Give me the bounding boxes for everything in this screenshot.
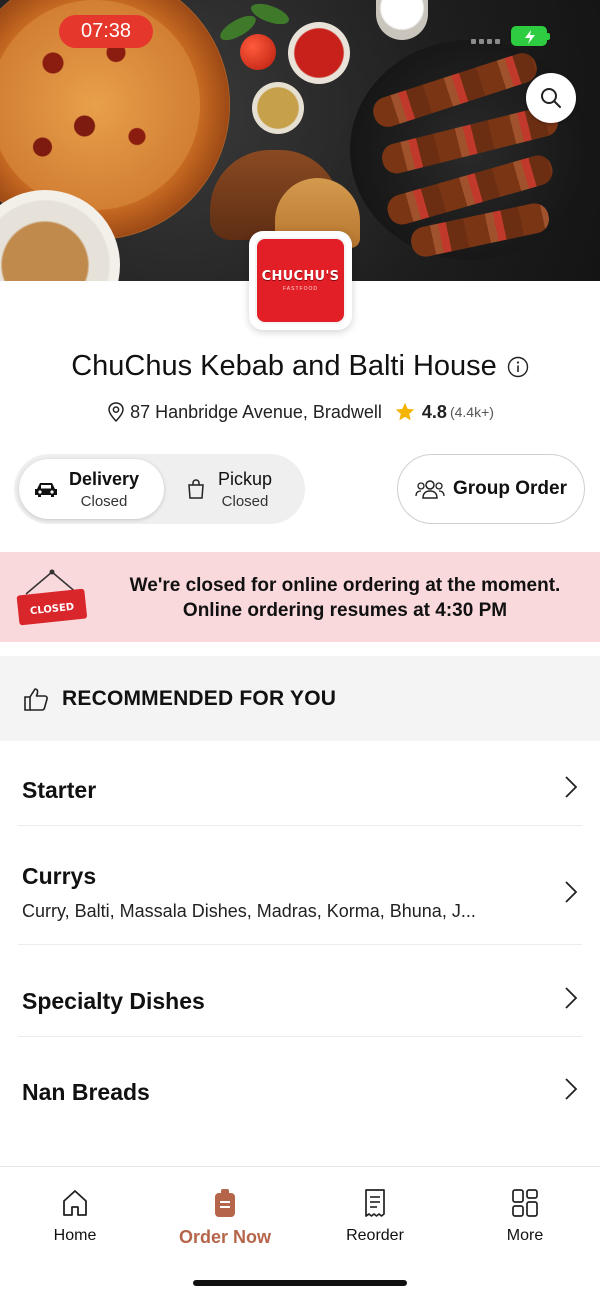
- group-order-label: Group Order: [452, 478, 567, 499]
- category-name: Specialty Dishes: [22, 988, 205, 1014]
- group-order-button[interactable]: Group Order: [397, 454, 585, 524]
- search-button[interactable]: [526, 73, 576, 123]
- grid-icon: [512, 1189, 538, 1217]
- order-mode-toggle: Delivery Closed Pickup Closed: [14, 454, 305, 524]
- closed-sign-icon: CLOSED: [16, 569, 87, 626]
- closed-banner: CLOSED We're closed for online ordering …: [0, 552, 600, 642]
- tomato-image: [240, 34, 276, 70]
- star-icon: [395, 402, 415, 421]
- chevron-right-icon: [565, 1078, 578, 1100]
- recommended-section[interactable]: RECOMMENDED FOR YOU: [0, 656, 600, 741]
- mustard-bowl-image: [252, 82, 304, 134]
- shopping-bag-icon: [188, 479, 204, 499]
- pickup-tab[interactable]: Pickup Closed: [174, 459, 300, 519]
- info-icon[interactable]: [507, 356, 529, 378]
- category-starter[interactable]: Starter: [0, 742, 600, 825]
- closed-message-line2: Online ordering resumes at 4:30 PM: [182, 600, 508, 621]
- recommended-label: RECOMMENDED FOR YOU: [62, 686, 337, 710]
- receipt-icon: [365, 1189, 385, 1217]
- logo-subtext: FASTFOOD: [283, 286, 318, 292]
- order-bag-icon: [215, 1189, 235, 1217]
- chevron-right-icon: [565, 987, 578, 1009]
- chevron-right-icon: [565, 881, 578, 903]
- category-name: Nan Breads: [22, 1079, 150, 1105]
- rating-count: (4.4k+): [449, 404, 494, 420]
- bottom-nav: Home Order Now Reorder More: [0, 1166, 600, 1298]
- restaurant-name: ChuChus Kebab and Balti House: [71, 350, 497, 382]
- category-name: Starter: [22, 777, 97, 803]
- pickup-label: Pickup: [218, 468, 273, 489]
- nav-reorder[interactable]: Reorder: [300, 1187, 450, 1245]
- sauce-bowl-image: [288, 22, 350, 84]
- home-icon: [63, 1190, 87, 1216]
- nav-order-now-label: Order Now: [178, 1227, 271, 1247]
- nav-reorder-label: Reorder: [346, 1227, 404, 1244]
- status-time: 07:38: [59, 15, 153, 48]
- signal-icon: [471, 39, 500, 44]
- nav-home[interactable]: Home: [0, 1187, 150, 1245]
- battery-icon: [511, 26, 550, 46]
- delivery-tab[interactable]: Delivery Closed: [19, 459, 164, 519]
- delivery-label: Delivery: [69, 468, 140, 489]
- delivery-status: Closed: [80, 492, 128, 510]
- nav-more[interactable]: More: [450, 1187, 600, 1245]
- leaf-image: [248, 0, 292, 29]
- salt-bowl-image: [376, 0, 428, 40]
- category-nan-breads[interactable]: Nan Breads: [0, 1037, 600, 1147]
- group-users-icon: [415, 480, 445, 499]
- restaurant-address: 87 Hanbridge Avenue, Bradwell: [130, 401, 382, 422]
- closed-message-line1: We're closed for online ordering at the …: [129, 575, 561, 596]
- logo-text: CHUCHU'S: [261, 269, 340, 284]
- location-pin-icon: [108, 402, 124, 423]
- search-icon: [541, 88, 561, 108]
- restaurant-logo: CHUCHU'S FASTFOOD: [249, 231, 352, 330]
- chevron-right-icon: [565, 776, 578, 798]
- rating-value: 4.8: [421, 401, 447, 422]
- pickup-status: Closed: [221, 492, 269, 510]
- nav-order-now[interactable]: Order Now: [150, 1187, 300, 1248]
- nav-more-label: More: [506, 1227, 544, 1244]
- category-specialty-dishes[interactable]: Specialty Dishes: [0, 945, 600, 1036]
- nav-home-label: Home: [53, 1227, 97, 1244]
- category-description: Curry, Balti, Massala Dishes, Madras, Ko…: [22, 901, 476, 921]
- thumbs-up-icon: [24, 687, 48, 711]
- home-indicator: [193, 1280, 407, 1286]
- category-name: Currys: [22, 863, 97, 889]
- car-icon: [35, 483, 57, 497]
- category-currys[interactable]: Currys Curry, Balti, Massala Dishes, Mad…: [0, 826, 600, 944]
